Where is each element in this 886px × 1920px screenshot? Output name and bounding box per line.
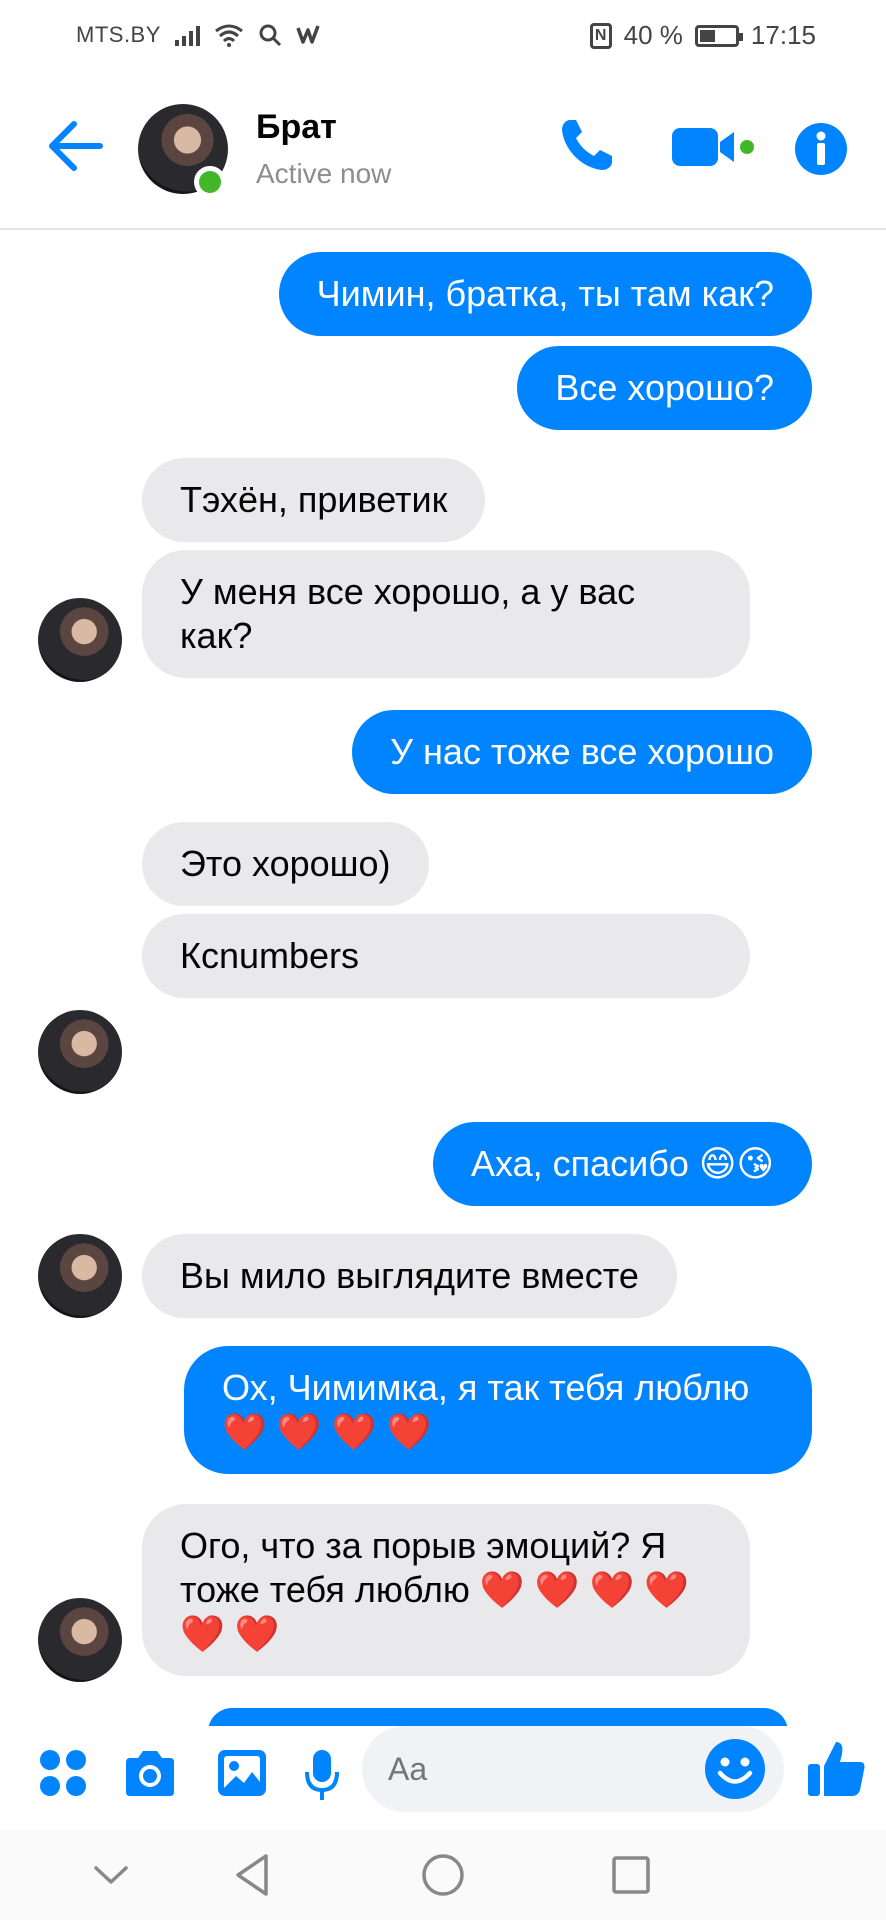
wifi-icon <box>214 24 243 47</box>
status-bar-left: MTS.BY <box>76 22 324 48</box>
message-bubble-outgoing[interactable]: Ох, Чимимка, я так тебя люблю ❤️ ❤️ ❤️ ❤… <box>184 1346 812 1474</box>
more-apps-icon[interactable] <box>38 1748 88 1798</box>
sender-avatar[interactable] <box>38 598 122 682</box>
battery-icon <box>694 24 743 47</box>
contact-status: Active now <box>256 158 392 189</box>
status-bar-right: N 40 % 17:15 <box>589 20 816 51</box>
emoji-icon[interactable] <box>704 1738 766 1800</box>
message-bubble-outgoing[interactable]: Все хорошо? <box>517 346 812 430</box>
message-text: Чимин, братка, ты там как? <box>316 273 774 314</box>
microphone-icon[interactable] <box>304 1748 340 1802</box>
signal-icon <box>174 24 200 46</box>
message-bubble-outgoing[interactable]: Аха, спасибо 😄😘 <box>433 1122 812 1206</box>
clock: 17:15 <box>750 20 816 50</box>
chevron-down-icon[interactable] <box>86 1850 136 1900</box>
battery-level <box>699 29 716 42</box>
message-text: Тэхён, приветик <box>180 479 448 520</box>
message-bubble-outgoing[interactable]: Чимин, братка, ты там как? <box>278 252 812 336</box>
message-text: У нас тоже все хорошо <box>390 731 774 772</box>
nfc-icon: N <box>589 22 612 49</box>
message-text: Все хорошо? <box>555 367 774 408</box>
message-bubble-incoming[interactable]: Вы мило выглядите вместе <box>142 1234 677 1318</box>
nav-recents-icon[interactable] <box>606 1850 656 1900</box>
online-indicator <box>194 166 226 198</box>
message-bubble-outgoing[interactable]: У нас тоже все хорошо <box>352 710 812 794</box>
camera-icon[interactable] <box>122 1748 178 1798</box>
message-text: Ох, Чимимка, я так тебя люблю ❤️ ❤️ ❤️ ❤… <box>222 1367 750 1452</box>
status-bar: MTS.BY N 40 % 17:15 <box>0 0 886 70</box>
message-bubble-incoming[interactable]: Ого, что за порыв эмоций? Я тоже тебя лю… <box>142 1504 750 1676</box>
video-call-icon[interactable] <box>670 122 754 172</box>
message-input-pill[interactable] <box>362 1726 784 1812</box>
info-icon[interactable] <box>794 122 848 176</box>
message-bubble-incoming[interactable]: У меня все хорошо, а у вас как? <box>142 550 750 678</box>
back-arrow-icon[interactable] <box>48 120 104 172</box>
nav-back-icon[interactable] <box>228 1850 278 1900</box>
message-text: Это хорошо) <box>180 843 391 884</box>
sender-avatar[interactable] <box>38 1598 122 1682</box>
message-text: Вы мило выглядите вместе <box>180 1255 639 1296</box>
message-text: Ксnumbers <box>180 935 360 976</box>
app-notification-icon <box>296 25 320 44</box>
phone-call-icon[interactable] <box>556 116 616 176</box>
gallery-icon[interactable] <box>216 1748 268 1798</box>
message-bubble-incoming[interactable]: Это хорошо) <box>142 822 429 906</box>
conversation-header: Брат Active now <box>0 70 886 230</box>
contact-name[interactable]: Брат <box>256 108 337 147</box>
nav-home-icon[interactable] <box>418 1850 468 1900</box>
carrier-label: MTS.BY <box>76 22 161 47</box>
message-bubble-incoming[interactable]: Тэхён, приветик <box>142 458 486 542</box>
sender-avatar[interactable] <box>38 1010 122 1094</box>
search-icon <box>259 24 281 47</box>
message-input[interactable] <box>388 1744 688 1794</box>
message-text: Аха, спасибо 😄😘 <box>471 1143 774 1184</box>
message-text: Ого, что за порыв эмоций? Я тоже тебя лю… <box>180 1525 690 1654</box>
message-text: У меня все хорошо, а у вас как? <box>180 571 636 656</box>
message-bubble-incoming[interactable]: Ксnumbers <box>142 914 750 998</box>
thumbs-up-icon[interactable] <box>806 1738 868 1800</box>
sender-avatar[interactable] <box>38 1234 122 1318</box>
battery-percent: 40 % <box>623 20 683 50</box>
system-nav-bar <box>0 1830 886 1920</box>
